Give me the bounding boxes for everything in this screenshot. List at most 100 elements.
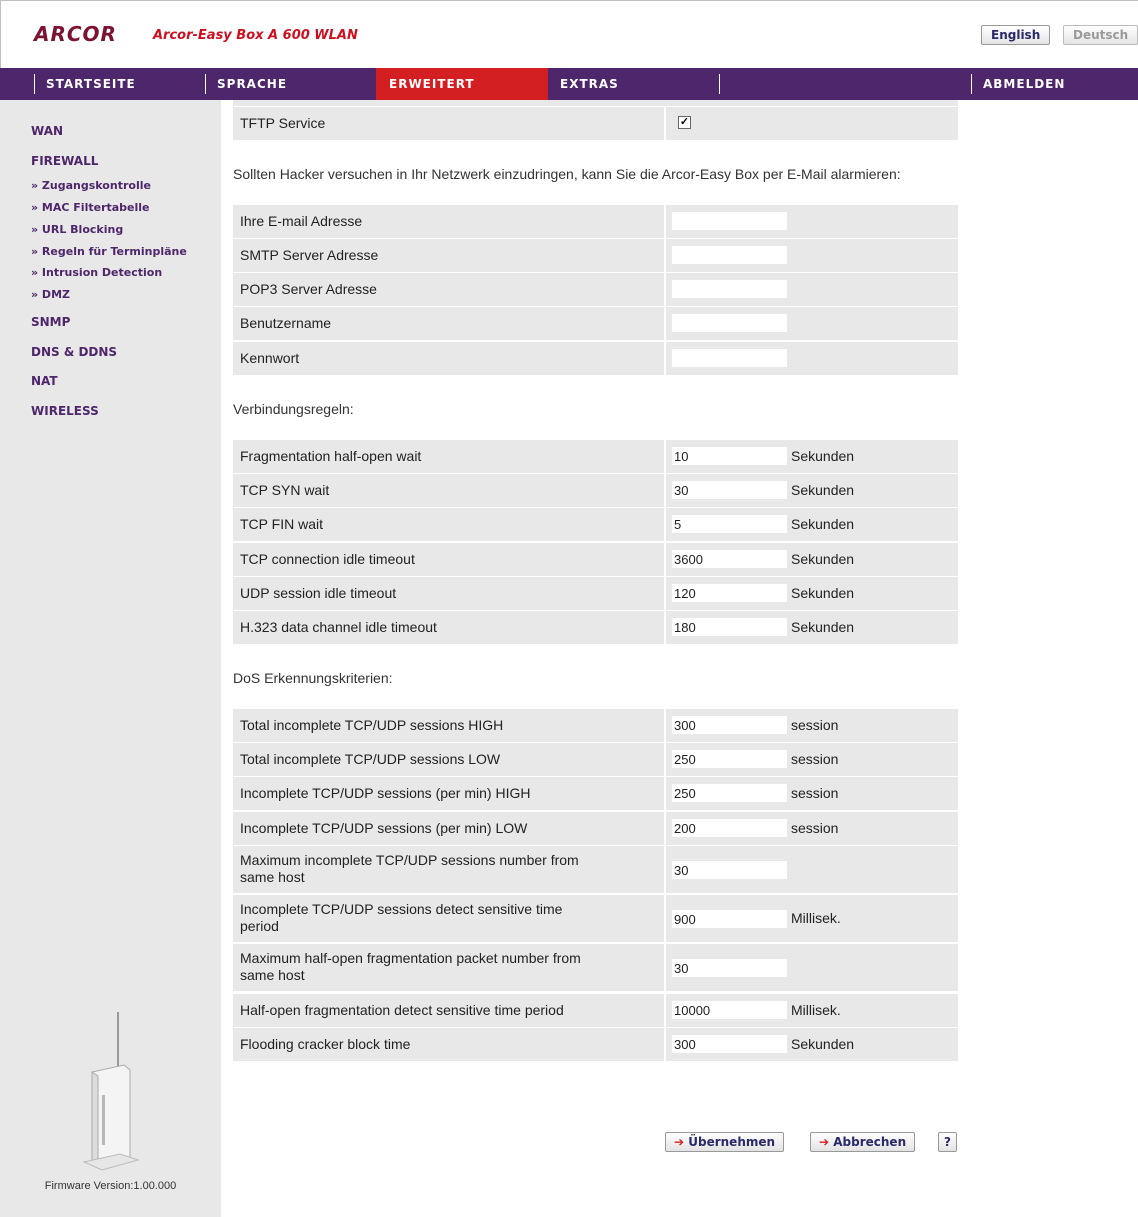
dos-row: Flooding cracker block time Sekunden: [233, 1028, 958, 1061]
conn-label: UDP session idle timeout: [240, 585, 397, 601]
email-input[interactable]: [672, 212, 787, 230]
dos-unit: Millisek.: [791, 910, 841, 926]
email-input[interactable]: [672, 246, 787, 264]
alert-text: Sollten Hacker versuchen in Ihr Netzwerk…: [233, 166, 901, 182]
sidebar-item-nat[interactable]: NAT: [31, 374, 58, 388]
email-label: Benutzername: [240, 315, 332, 331]
sidebar-item-firewall[interactable]: FIREWALL: [31, 154, 98, 168]
column-divider: [664, 205, 666, 238]
sidebar-subitem-dmz[interactable]: » DMZ: [31, 288, 70, 301]
dos-input[interactable]: [672, 1001, 787, 1019]
sidebar-subitem-url-blocking[interactable]: » URL Blocking: [31, 223, 123, 236]
column-divider: [664, 812, 666, 845]
tftp-label: TFTP Service: [240, 115, 326, 131]
top-nav: STARTSEITE SPRACHE ERWEITERT EXTRAS ABME…: [0, 68, 1138, 100]
sidebar-item-dns-ddns[interactable]: DNS & DDNS: [31, 345, 117, 359]
dos-label: Incomplete TCP/UDP sessions detect sensi…: [240, 901, 563, 934]
sidebar-item-wan[interactable]: WAN: [31, 124, 63, 138]
column-divider: [664, 895, 666, 942]
firmware-version: Firmware Version:1.00.000: [44, 1180, 177, 1192]
conn-label: Fragmentation half-open wait: [240, 448, 422, 464]
conn-row: TCP connection idle timeout Sekunden: [233, 543, 958, 576]
conn-input[interactable]: [672, 550, 787, 568]
dos-row: Total incomplete TCP/UDP sessions LOW ses…: [233, 743, 958, 776]
sidebar-item-snmp[interactable]: SNMP: [31, 315, 70, 329]
dos-input[interactable]: [672, 819, 787, 837]
column-divider: [664, 944, 666, 991]
dos-input[interactable]: [672, 1035, 787, 1053]
conn-label: H.323 data channel idle timeout: [240, 619, 437, 635]
arrow-right-icon: ➔: [819, 1135, 830, 1149]
email-label: POP3 Server Adresse: [240, 281, 377, 297]
email-input[interactable]: [672, 314, 787, 332]
dos-unit: session: [791, 717, 839, 733]
conn-row: TCP SYN wait Sekunden: [233, 474, 958, 507]
column-divider: [664, 994, 666, 1027]
email-row: POP3 Server Adresse: [233, 273, 958, 306]
dos-title: DoS Erkennungskriterien:: [233, 670, 393, 686]
english-button[interactable]: English: [981, 25, 1051, 45]
dos-input[interactable]: [672, 750, 787, 768]
arrow-right-icon: ➔: [674, 1135, 685, 1149]
conn-input[interactable]: [672, 584, 787, 602]
deutsch-button[interactable]: Deutsch: [1063, 25, 1138, 45]
nav-erweitert[interactable]: ERWEITERT: [389, 68, 475, 100]
nav-separator: [719, 74, 720, 94]
column-divider: [664, 1028, 666, 1061]
conn-unit: Sekunden: [791, 619, 855, 635]
conn-unit: Sekunden: [791, 585, 855, 601]
conn-unit: Sekunden: [791, 448, 855, 464]
sidebar-subitem-regeln[interactable]: » Regeln für Terminpläne: [31, 245, 187, 258]
dos-input[interactable]: [672, 910, 787, 928]
sidebar-subitem-intrusion-detection[interactable]: » Intrusion Detection: [31, 266, 162, 279]
dos-row: Maximum half-open fragmentation packet n…: [233, 944, 958, 991]
sidebar-item-wireless[interactable]: WIRELESS: [31, 404, 99, 418]
conn-title: Verbindungsregeln:: [233, 401, 354, 417]
conn-unit: Sekunden: [791, 482, 855, 498]
email-row: SMTP Server Adresse: [233, 239, 958, 272]
dos-label: Half-open fragmentation detect sensitive…: [240, 1002, 564, 1018]
nav-startseite[interactable]: STARTSEITE: [46, 68, 136, 100]
email-input[interactable]: [672, 349, 787, 367]
row-strip: [233, 100, 958, 106]
conn-input[interactable]: [672, 481, 787, 499]
nav-extras[interactable]: EXTRAS: [560, 68, 619, 100]
dos-row: Incomplete TCP/UDP sessions detect sensi…: [233, 895, 958, 942]
conn-row: Fragmentation half-open wait Sekunden: [233, 440, 958, 473]
column-divider: [664, 777, 666, 810]
dos-row: Maximum incomplete TCP/UDP sessions numb…: [233, 846, 958, 893]
nav-abmelden[interactable]: ABMELDEN: [983, 68, 1065, 100]
help-button[interactable]: ?: [938, 1132, 957, 1152]
nav-sprache[interactable]: SPRACHE: [217, 68, 287, 100]
column-divider: [664, 273, 666, 306]
tftp-checkbox[interactable]: ✓: [678, 116, 691, 129]
conn-input[interactable]: [672, 515, 787, 533]
dos-input[interactable]: [672, 716, 787, 734]
conn-input[interactable]: [672, 447, 787, 465]
column-divider: [664, 709, 666, 742]
dos-label: Maximum half-open fragmentation packet n…: [240, 950, 581, 983]
email-row: Ihre E-mail Adresse: [233, 205, 958, 238]
router-image: [82, 1012, 140, 1171]
sidebar-subitem-mac-filtertabelle[interactable]: » MAC Filtertabelle: [31, 201, 150, 214]
cancel-button[interactable]: ➔ Abbrechen: [810, 1132, 916, 1152]
nav-separator: [34, 74, 35, 94]
email-input[interactable]: [672, 280, 787, 298]
sidebar-subitem-zugangskontrolle[interactable]: » Zugangskontrolle: [31, 179, 151, 192]
email-label: Ihre E-mail Adresse: [240, 213, 363, 229]
dos-input[interactable]: [672, 784, 787, 802]
column-divider: [664, 307, 666, 340]
column-divider: [664, 342, 666, 375]
email-row: Benutzername: [233, 307, 958, 340]
dos-row: Incomplete TCP/UDP sessions (per min) LO…: [233, 812, 958, 845]
dos-row: Incomplete TCP/UDP sessions (per min) HI…: [233, 777, 958, 810]
apply-button[interactable]: ➔ Übernehmen: [665, 1132, 785, 1152]
dos-input[interactable]: [672, 861, 787, 879]
column-divider: [664, 474, 666, 507]
dos-label: Maximum incomplete TCP/UDP sessions numb…: [240, 852, 579, 885]
email-label: SMTP Server Adresse: [240, 247, 379, 263]
conn-input[interactable]: [672, 618, 787, 636]
conn-row: TCP FIN wait Sekunden: [233, 508, 958, 541]
email-label: Kennwort: [240, 350, 300, 366]
dos-input[interactable]: [672, 959, 787, 977]
